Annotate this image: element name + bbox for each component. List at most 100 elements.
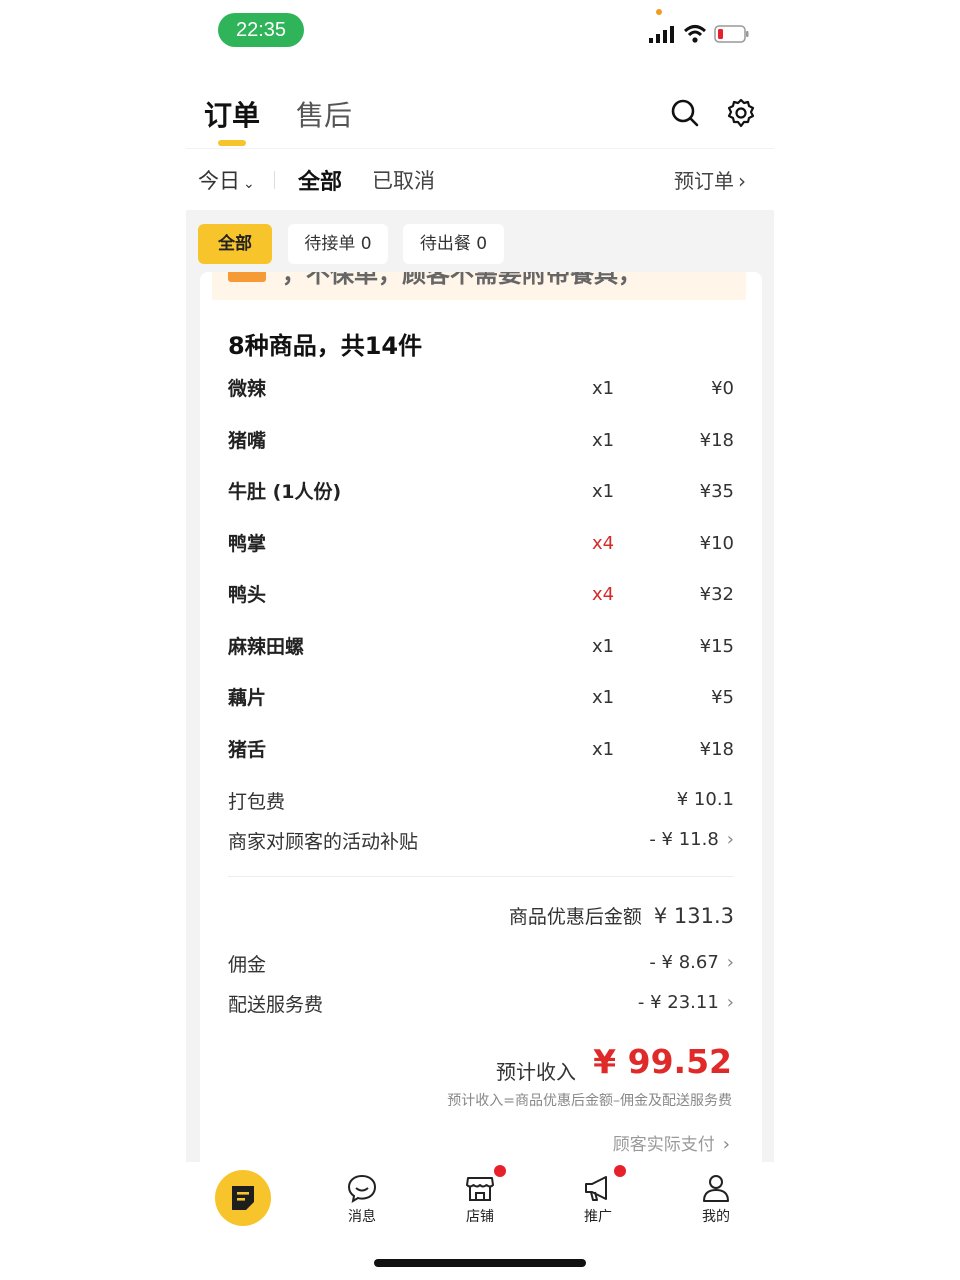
promote-notification-dot bbox=[614, 1165, 626, 1177]
megaphone-icon bbox=[585, 1176, 607, 1201]
chevron-down-icon: ⌄ bbox=[243, 176, 255, 192]
order-summary: 8种商品，共14件 bbox=[228, 332, 423, 360]
packing-fee-value: ¥ 10.1 bbox=[676, 789, 734, 810]
item-name: 麻辣田螺 bbox=[228, 636, 305, 658]
item-price: ¥18 bbox=[699, 739, 734, 760]
delivery-fee-value: - ¥ 23.11 bbox=[637, 992, 719, 1013]
subsidy-label: 商家对顾客的活动补贴 bbox=[228, 831, 419, 853]
home-indicator bbox=[374, 1259, 586, 1267]
item-price: ¥35 bbox=[699, 481, 734, 502]
nav-orders-button[interactable] bbox=[215, 1170, 271, 1226]
order-note-icon bbox=[232, 1186, 254, 1210]
privacy-indicator bbox=[656, 9, 662, 15]
item-qty: x1 bbox=[592, 739, 615, 760]
nav-store[interactable]: 店铺 bbox=[450, 1172, 510, 1226]
item-name: 牛肚 (1人份) bbox=[228, 481, 342, 503]
status-time: 22:35 bbox=[218, 13, 304, 47]
chip-pending-prepare[interactable]: 待出餐 0 bbox=[403, 224, 504, 264]
day-filter-label: 今日 bbox=[198, 169, 240, 193]
income-formula: 预计收入=商品优惠后金额–佣金及配送服务费 bbox=[447, 1093, 732, 1109]
day-filter-dropdown[interactable]: 今日 ⌄ bbox=[198, 165, 255, 195]
subsidy-value-wrap: - ¥ 11.8 › bbox=[649, 829, 734, 850]
item-qty: x1 bbox=[592, 378, 615, 399]
store-notification-dot bbox=[494, 1165, 506, 1177]
tab-orders[interactable]: 订单 bbox=[204, 94, 260, 134]
gear-icon[interactable] bbox=[726, 98, 756, 128]
item-qty: x1 bbox=[592, 636, 615, 657]
after-discount-label: 商品优惠后金额 bbox=[508, 906, 642, 928]
list-item: 麻辣田螺 x1 ¥15 bbox=[228, 630, 734, 666]
item-name: 猪舌 bbox=[228, 739, 267, 761]
user-icon bbox=[703, 1175, 729, 1202]
item-price: ¥32 bbox=[699, 584, 734, 605]
nav-mine-label: 我的 bbox=[702, 1209, 730, 1225]
commission-value-wrap: - ¥ 8.67 › bbox=[649, 952, 734, 973]
nav-messages-label: 消息 bbox=[348, 1209, 376, 1225]
nav-promote[interactable]: 推广 bbox=[568, 1172, 628, 1226]
item-qty: x1 bbox=[592, 687, 615, 708]
list-item: 微辣 x1 ¥0 bbox=[228, 372, 734, 408]
item-price: ¥10 bbox=[699, 533, 734, 554]
item-name: 猪嘴 bbox=[228, 430, 267, 452]
wifi-icon bbox=[683, 25, 707, 43]
filter-bar: 今日 ⌄ 全部 已取消 预订单 › bbox=[186, 148, 774, 211]
actual-pay-link[interactable]: 顾客实际支付 › bbox=[613, 1130, 730, 1155]
subsidy-row[interactable]: 商家对顾客的活动补贴 - ¥ 11.8 › bbox=[228, 827, 734, 857]
tab-after-sales[interactable]: 售后 bbox=[296, 94, 352, 134]
notice-text: ，不保单，顾客不需要附带餐具， bbox=[282, 272, 642, 288]
chip-pending-accept[interactable]: 待接单 0 bbox=[288, 224, 388, 264]
chevron-right-icon: › bbox=[738, 169, 746, 193]
chevron-right-icon: › bbox=[726, 829, 734, 850]
battery-icon bbox=[714, 25, 749, 43]
nav-promote-label: 推广 bbox=[584, 1209, 612, 1225]
item-name: 鸭头 bbox=[228, 584, 267, 606]
divider bbox=[228, 876, 734, 877]
list-item: 鸭头 x4 ¥32 bbox=[228, 578, 734, 614]
order-notice: ，不保单，顾客不需要附带餐具， bbox=[212, 272, 746, 300]
notice-tag bbox=[228, 272, 266, 282]
filter-all[interactable]: 全部 bbox=[298, 164, 342, 196]
commission-row[interactable]: 佣金 - ¥ 8.67 › bbox=[228, 950, 734, 980]
chevron-right-icon: › bbox=[726, 952, 734, 973]
search-icon[interactable] bbox=[670, 98, 700, 128]
actual-pay-label: 顾客实际支付 bbox=[612, 1135, 715, 1155]
subsidy-value: - ¥ 11.8 bbox=[649, 829, 719, 850]
item-price: ¥18 bbox=[699, 430, 734, 451]
nav-messages[interactable]: 消息 bbox=[332, 1172, 392, 1226]
delivery-fee-row[interactable]: 配送服务费 - ¥ 23.11 › bbox=[228, 990, 734, 1020]
list-item: 牛肚 (1人份) x1 ¥35 bbox=[228, 475, 734, 511]
commission-value: - ¥ 8.67 bbox=[649, 952, 719, 973]
after-discount-row: 商品优惠后金额 ¥ 131.3 bbox=[509, 902, 734, 929]
item-price: ¥5 bbox=[711, 687, 734, 708]
delivery-fee-label: 配送服务费 bbox=[228, 994, 324, 1016]
filter-divider bbox=[274, 171, 275, 189]
preorder-link[interactable]: 预订单 › bbox=[674, 165, 746, 194]
income-label: 预计收入 bbox=[496, 1060, 576, 1084]
nav-mine[interactable]: 我的 bbox=[686, 1172, 746, 1226]
signal-icon bbox=[649, 26, 674, 43]
delivery-fee-value-wrap: - ¥ 23.11 › bbox=[638, 992, 734, 1013]
item-qty: x1 bbox=[592, 430, 615, 451]
after-discount-value: ¥ 131.3 bbox=[653, 904, 734, 928]
packing-fee-label: 打包费 bbox=[228, 791, 286, 813]
item-qty: x1 bbox=[592, 481, 615, 502]
item-name: 鸭掌 bbox=[228, 533, 267, 555]
tab-active-indicator bbox=[218, 140, 246, 146]
item-qty: x4 bbox=[592, 584, 615, 605]
item-qty: x4 bbox=[592, 533, 615, 554]
income-value: ¥ 99.52 bbox=[593, 1042, 732, 1081]
filter-cancelled[interactable]: 已取消 bbox=[372, 165, 435, 195]
preorder-label: 预订单 bbox=[674, 169, 734, 193]
chevron-right-icon: › bbox=[722, 1134, 730, 1155]
chip-all[interactable]: 全部 bbox=[198, 224, 272, 264]
list-item: 猪嘴 x1 ¥18 bbox=[228, 424, 734, 460]
nav-store-label: 店铺 bbox=[466, 1209, 494, 1225]
message-icon bbox=[347, 1174, 377, 1204]
packing-fee-row: 打包费 ¥ 10.1 bbox=[228, 787, 734, 817]
bottom-nav: 消息 店铺 推广 我的 bbox=[186, 1162, 774, 1280]
list-item: 鸭掌 x4 ¥10 bbox=[228, 527, 734, 563]
list-item: 猪舌 x1 ¥18 bbox=[228, 733, 734, 769]
item-name: 藕片 bbox=[228, 687, 267, 709]
item-price: ¥15 bbox=[699, 636, 734, 657]
chevron-right-icon: › bbox=[726, 992, 734, 1013]
